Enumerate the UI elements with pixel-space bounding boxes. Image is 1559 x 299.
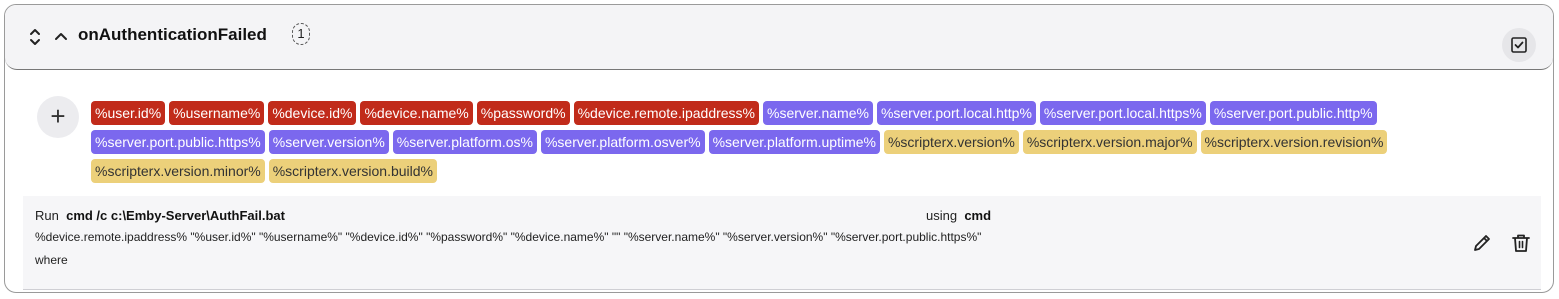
variable-chip[interactable]: %server.port.local.https%: [1039, 101, 1206, 125]
pencil-icon[interactable]: [1471, 232, 1493, 254]
variable-chip[interactable]: %server.platform.uptime%: [708, 130, 880, 154]
variable-chip[interactable]: %device.remote.ipaddress%: [573, 101, 759, 125]
variable-chip[interactable]: %scripterx.version%: [883, 130, 1019, 154]
variable-chip[interactable]: %server.port.public.http%: [1209, 101, 1377, 125]
event-card: onAuthenticationFailed 1 + %user.id% %use…: [4, 4, 1554, 293]
variable-chip[interactable]: %username%: [169, 101, 265, 125]
command-arguments: %device.remote.ipaddress% "%user.id%" "%…: [35, 230, 982, 244]
action-row: Run cmd /c c:\Emby-Server\AuthFail.bat u…: [23, 196, 1541, 290]
variable-chip[interactable]: %server.port.public.https%: [91, 130, 265, 154]
using-value: cmd: [964, 208, 992, 223]
event-count-badge: 1: [292, 23, 310, 45]
sort-icon[interactable]: [27, 25, 43, 49]
run-command-line: Run cmd /c c:\Emby-Server\AuthFail.bat: [35, 208, 285, 223]
variable-chip[interactable]: %server.version%: [268, 130, 389, 154]
variable-chip[interactable]: %server.platform.os%: [392, 130, 537, 154]
event-title: onAuthenticationFailed: [78, 25, 267, 44]
variable-chip[interactable]: %password%: [476, 101, 570, 125]
using-line: using cmd: [926, 208, 991, 223]
variable-chip[interactable]: %scripterx.version.build%: [268, 159, 438, 183]
variable-chip[interactable]: %scripterx.version.major%: [1022, 130, 1197, 154]
variable-chip[interactable]: %user.id%: [91, 101, 166, 125]
event-header[interactable]: onAuthenticationFailed 1: [5, 5, 1553, 70]
checkbox-icon: [1511, 37, 1527, 53]
add-variable-button[interactable]: +: [37, 96, 79, 138]
run-label: Run: [35, 208, 59, 223]
chevron-up-icon[interactable]: [53, 27, 69, 45]
where-label: where: [35, 253, 68, 267]
variable-chip[interactable]: %scripterx.version.revision%: [1200, 130, 1388, 154]
variable-chip[interactable]: %server.name%: [763, 101, 873, 125]
variable-chip[interactable]: %device.id%: [268, 101, 357, 125]
command-text: cmd /c c:\Emby-Server\AuthFail.bat: [66, 208, 285, 223]
trash-icon[interactable]: [1510, 232, 1532, 254]
variable-chip[interactable]: %server.platform.osver%: [540, 130, 705, 154]
variable-chip-list: %user.id% %username% %device.id% %device.na…: [91, 101, 1511, 183]
select-toggle-button[interactable]: [1502, 28, 1536, 62]
using-label: using: [926, 208, 958, 223]
variable-chip[interactable]: %server.port.local.http%: [876, 101, 1036, 125]
variable-chip[interactable]: %device.name%: [360, 101, 473, 125]
variable-chip[interactable]: %scripterx.version.minor%: [91, 159, 265, 183]
